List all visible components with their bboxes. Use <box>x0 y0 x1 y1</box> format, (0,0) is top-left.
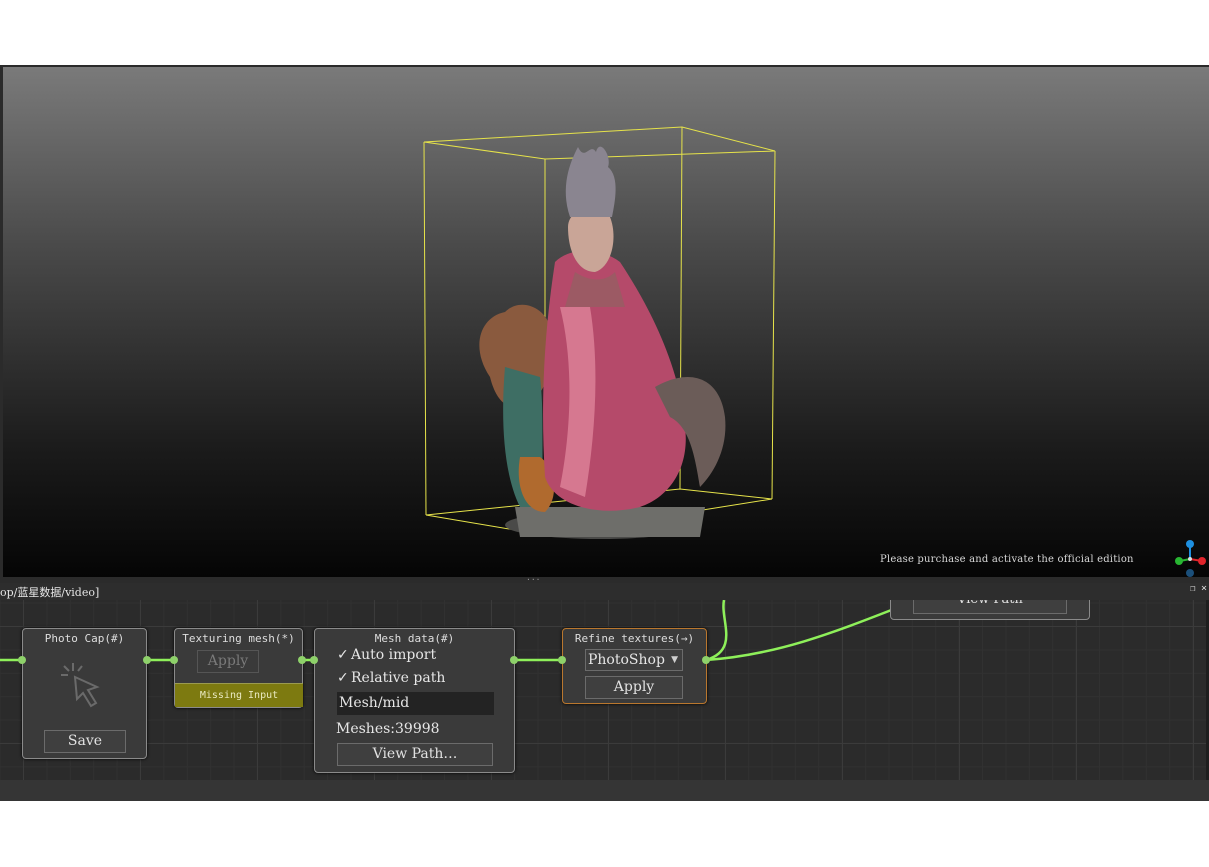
scene-render <box>423 126 776 539</box>
node-title: Photo Cap(#) <box>44 632 125 645</box>
output-port[interactable] <box>702 656 710 664</box>
texturing-mesh-node[interactable]: Texturing mesh(*) Apply Missing Input <box>174 628 303 708</box>
dropdown-arrow-icon: ▼ <box>671 655 678 665</box>
relative-path-checkbox[interactable]: ✓ Relative path <box>337 670 445 686</box>
photo-capture-node[interactable]: Photo Cap(#) Save <box>22 628 147 759</box>
output-port[interactable] <box>143 656 151 664</box>
graph-status-bar <box>0 780 1209 801</box>
close-icon[interactable]: × <box>1201 583 1207 594</box>
save-button[interactable]: Save <box>44 730 126 753</box>
mesh-path-field[interactable]: Mesh/mid <box>337 692 494 715</box>
app-select-dropdown[interactable]: PhotoShop ▼ <box>585 649 683 671</box>
meshes-count-label: Meshes:39998 <box>336 721 440 737</box>
input-port[interactable] <box>18 656 26 664</box>
input-port[interactable] <box>558 656 566 664</box>
statue-model <box>479 146 726 539</box>
checkmark-icon: ✓ <box>337 670 349 686</box>
cursor-click-icon <box>61 663 100 708</box>
watermark-text: Please purchase and activate the officia… <box>880 554 1134 565</box>
output-port[interactable] <box>510 656 518 664</box>
checkbox-label: Relative path <box>351 670 446 686</box>
checkmark-icon: ✓ <box>337 647 349 663</box>
apply-button[interactable]: Apply <box>585 676 683 699</box>
missing-input-status: Missing Input <box>175 683 303 707</box>
mesh-data-node[interactable]: Mesh data(#) ✓ Auto import ✓ Relative path… <box>314 628 515 773</box>
partial-node[interactable]: View Path <box>890 600 1090 620</box>
node-title: Mesh data(#) <box>374 632 455 645</box>
app-window: Please purchase and activate the officia… <box>0 0 1209 867</box>
view-path-button[interactable]: View Path… <box>337 743 493 766</box>
node-graph-canvas[interactable]: Photo Cap(#) Save Texturing mesh(*) Appl… <box>0 600 1209 780</box>
view-path-button-partial[interactable]: View Path <box>913 600 1067 614</box>
node-panel-header: op/蓝星数据/video] ❐ × <box>0 583 1209 600</box>
float-window-icon[interactable]: ❐ <box>1190 584 1195 594</box>
refine-textures-node[interactable]: Refine textures(→) PhotoShop ▼ Apply <box>562 628 707 704</box>
input-port[interactable] <box>310 656 318 664</box>
apply-button-disabled[interactable]: Apply <box>197 650 259 673</box>
node-title: Texturing mesh(*) <box>182 632 295 645</box>
project-path-label: op/蓝星数据/video] <box>0 586 100 599</box>
output-port[interactable] <box>298 656 306 664</box>
axis-gizmo-icon[interactable] <box>1172 539 1209 577</box>
node-title: Refine textures(→) <box>574 632 695 645</box>
dropdown-value: PhotoShop <box>588 652 665 668</box>
checkbox-label: Auto import <box>351 647 437 663</box>
input-port[interactable] <box>170 656 178 664</box>
auto-import-checkbox[interactable]: ✓ Auto import <box>337 647 436 663</box>
3d-viewport[interactable]: Please purchase and activate the officia… <box>0 65 1209 577</box>
